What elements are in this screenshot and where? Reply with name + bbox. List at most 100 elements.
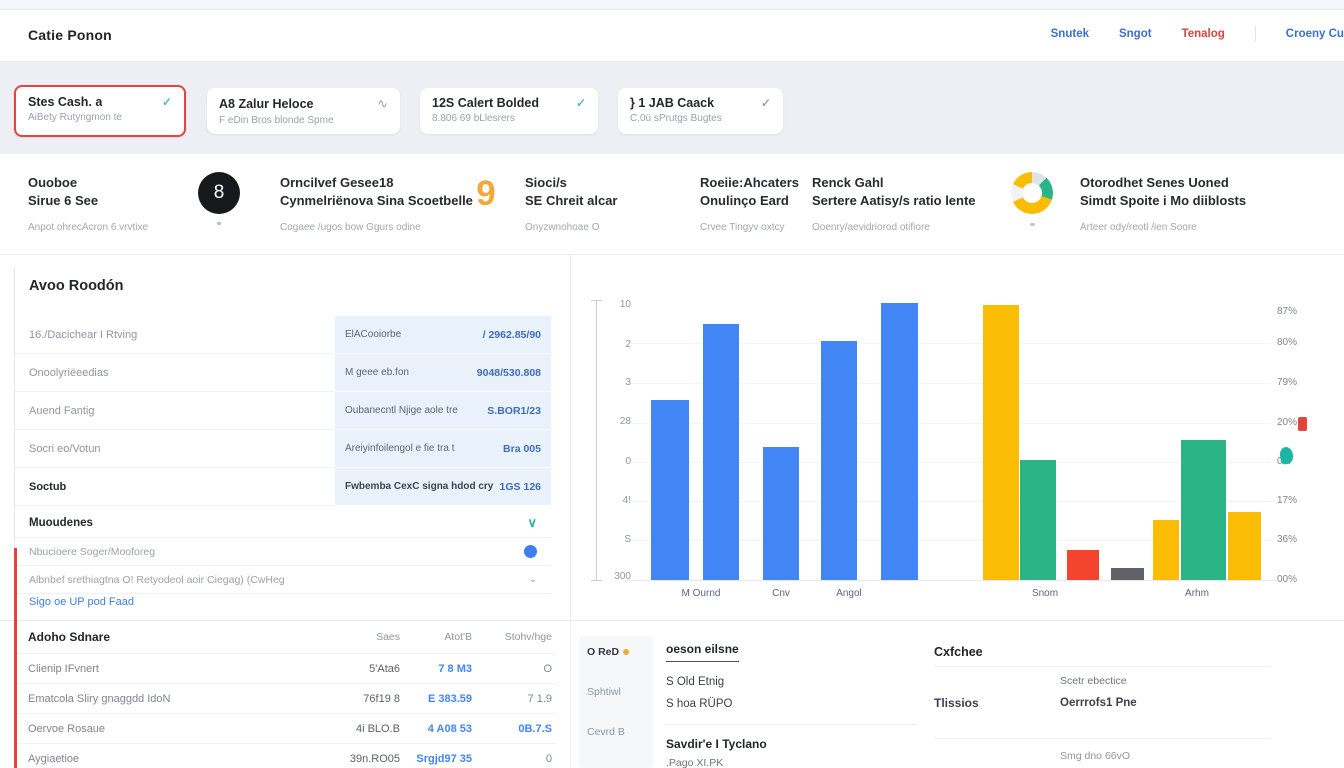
bar[interactable] bbox=[1228, 512, 1261, 580]
detail-panel: O ReD Sphtiwl Cevrd B oeson eilsne S Old… bbox=[570, 620, 930, 768]
feature-title: Simdt Spoite i Mo diiblosts bbox=[1080, 193, 1246, 208]
tab-red[interactable]: O ReD bbox=[587, 646, 645, 658]
y-axis-tick-label: 4! bbox=[597, 495, 631, 506]
bar[interactable] bbox=[763, 447, 799, 580]
nav-link-3[interactable]: Tenalog bbox=[1182, 28, 1225, 40]
stat-card-4[interactable]: } 1 JAB Caack ✓ C.0ü sPrutgs Bugtes bbox=[618, 88, 783, 134]
row-value: 4i BLO.B bbox=[322, 723, 400, 735]
y-axis-tick-label: 10 bbox=[597, 299, 631, 310]
x-axis-tick-label: Snom bbox=[1000, 588, 1090, 599]
bar[interactable] bbox=[983, 305, 1019, 580]
field-name: M geee eb.fon bbox=[345, 367, 409, 378]
y-axis-tick-label-right: 87% bbox=[1277, 306, 1321, 317]
page-title: Catie Ponon bbox=[28, 27, 112, 43]
field-cell[interactable]: Fwbemba CexC signa hdod cry 1GS 126 bbox=[335, 468, 551, 506]
chevron-down-icon[interactable]: ∨ bbox=[527, 515, 537, 531]
y-axis-tick-label-right: 36% bbox=[1277, 534, 1321, 545]
field-name: ElACooiorbe bbox=[345, 329, 401, 340]
bar[interactable] bbox=[1067, 550, 1099, 580]
row-value: 7 8 M3 bbox=[400, 663, 472, 675]
form-row: Socri eo/Votun Areiyinfoilengol e fie tr… bbox=[15, 430, 571, 468]
feature-subtitle: Cogaee /ugos bow Ggurs odine bbox=[280, 222, 480, 233]
dot-icon bbox=[1030, 223, 1035, 226]
tab-label: O ReD bbox=[587, 646, 619, 658]
info-value: Oerrrofs1 Pne bbox=[1060, 697, 1137, 709]
option-row[interactable]: Albnbef srethiagtna O! Retyodeol aoir Ci… bbox=[15, 566, 551, 594]
bar[interactable] bbox=[651, 400, 689, 580]
row-value: 0 bbox=[472, 753, 552, 765]
form-rows: 16./Dacichear I Rtving ElACooiorbe / 296… bbox=[15, 316, 571, 506]
stat-card-1[interactable]: Stes Cash. a ✓ AiBety Rutyngmon te bbox=[14, 85, 186, 137]
info-value: Scetr ebectice bbox=[1060, 675, 1127, 687]
table-header-row: Adoho Sdnare Saes Atot'B Stohv/hge bbox=[14, 620, 556, 654]
feature-item-4: Roeiie:Ahcaters Onulinço Eard Crvee Ting… bbox=[700, 174, 815, 233]
stat-card-title: A8 Zalur Heloce bbox=[219, 97, 313, 111]
divider bbox=[666, 724, 916, 725]
row-value: 39n.RO05 bbox=[322, 753, 400, 765]
feature-item-2: Orncilvef Gesee18 Cynmelriënova Sina Sco… bbox=[280, 174, 480, 233]
stat-card-subtitle: F eDin Bros blonde Spme bbox=[219, 115, 388, 126]
bar[interactable] bbox=[1111, 568, 1144, 580]
flame-icon: 9 bbox=[474, 174, 498, 214]
table-row[interactable]: Clienip IFvnert 5'Ata6 7 8 M3 O bbox=[14, 654, 556, 684]
bar[interactable] bbox=[881, 303, 918, 580]
feature-title: SE Chreit alcar bbox=[525, 193, 618, 208]
x-axis-line bbox=[626, 580, 1276, 581]
field-cell[interactable]: ElACooiorbe / 2962.85/90 bbox=[335, 316, 551, 354]
field-cell[interactable]: Oubanecntl Njige aole tre S.BOR1/23 bbox=[335, 392, 551, 430]
red-rule bbox=[14, 548, 17, 768]
red-marker-icon bbox=[1298, 417, 1307, 431]
row-name: Ematcola Sliry gnaggdd IdoN bbox=[28, 693, 322, 705]
tab-sphtiwl[interactable]: Sphtiwl bbox=[587, 686, 645, 698]
bar[interactable] bbox=[1153, 520, 1179, 580]
stat-cards-row: Stes Cash. a ✓ AiBety Rutyngmon te A8 Za… bbox=[0, 62, 1344, 154]
field-value: 9048/530.808 bbox=[477, 367, 541, 379]
feature-title: Ouoboe bbox=[28, 175, 77, 190]
table-row[interactable]: Aygiaetioe 39n.RO05 Srgjd97 35 0 bbox=[14, 744, 556, 768]
option-row[interactable]: Nbucioere Soger/Mooforeg bbox=[15, 538, 551, 566]
row-value: 0B.7.S bbox=[472, 723, 552, 735]
dot-icon bbox=[217, 222, 221, 225]
check-icon: ✓ bbox=[576, 96, 586, 110]
stat-card-2[interactable]: A8 Zalur Heloce ∿ F eDin Bros blonde Spm… bbox=[207, 88, 400, 134]
stat-card-3[interactable]: 12S Calert Bolded ✓ 8.806 69 bLlesrers bbox=[420, 88, 598, 134]
field-cell[interactable]: M geee eb.fon 9048/530.808 bbox=[335, 354, 551, 392]
content-header: oeson eilsne bbox=[666, 642, 739, 662]
chevron-icon[interactable]: ⌄ bbox=[529, 574, 537, 585]
field-cell[interactable]: Areiyinfoilengol e fie tra t Bra 005 bbox=[335, 430, 551, 468]
features-row: Ouoboe Sirue 6 See Anpot ohrecAcron 6 vr… bbox=[0, 154, 1344, 255]
table-row[interactable]: Oervoe Rosaue 4i BLO.B 4 A08 53 0B.7.S bbox=[14, 714, 556, 744]
form-row: 16./Dacichear I Rtving ElACooiorbe / 296… bbox=[15, 316, 571, 354]
row-name: Oervoe Rosaue bbox=[28, 723, 322, 735]
field-name: Fwbemba CexC signa hdod cry bbox=[345, 481, 493, 492]
donut-chart-icon bbox=[1011, 172, 1053, 214]
bar[interactable] bbox=[821, 341, 857, 580]
tab-cevrd[interactable]: Cevrd B bbox=[587, 726, 645, 738]
info-panel: Cxfchee Scetr ebectice Tlissios Oerrrofs… bbox=[930, 620, 1344, 768]
top-strip bbox=[0, 0, 1344, 10]
orange-dot-icon bbox=[623, 649, 629, 655]
bar[interactable] bbox=[1181, 440, 1226, 580]
row-value: 4 A08 53 bbox=[400, 723, 472, 735]
nav-link-2[interactable]: Sngot bbox=[1119, 28, 1152, 40]
blue-dot-icon[interactable] bbox=[524, 545, 537, 558]
feature-subtitle: Onyzwnohoae O bbox=[525, 222, 695, 233]
form-row: Onoolyriëeedias M geee eb.fon 9048/530.8… bbox=[15, 354, 571, 392]
bar[interactable] bbox=[703, 324, 739, 580]
feature-title: Sioci/s bbox=[525, 175, 567, 190]
nav-link-1[interactable]: Snutek bbox=[1051, 28, 1089, 40]
stat-card-subtitle: 8.806 69 bLlesrers bbox=[432, 113, 586, 124]
y-axis-tick-label-right: 79% bbox=[1277, 377, 1321, 388]
content-line: S hoa RÜPO bbox=[666, 698, 921, 710]
x-axis-tick-label: Arhm bbox=[1152, 588, 1242, 599]
header-bar: Catie Ponon Snutek Sngot Tenalog Croeny … bbox=[0, 10, 1344, 62]
feature-item-5: Renck Gahl Sertere Aatisy/s ratio lente … bbox=[812, 174, 1007, 233]
field-value: 1GS 126 bbox=[500, 481, 541, 493]
table-row[interactable]: Ematcola Sliry gnaggdd IdoN 76f19 8 E 38… bbox=[14, 684, 556, 714]
signup-link[interactable]: Sigo oe UP pod Faad bbox=[29, 596, 134, 608]
bar[interactable] bbox=[1020, 460, 1056, 580]
row-value: O bbox=[472, 663, 552, 675]
section-header[interactable]: Muoudenes ∨ bbox=[15, 508, 551, 538]
feature-title: Sertere Aatisy/s ratio lente bbox=[812, 193, 976, 208]
nav-link-4[interactable]: Croeny Cuon bbox=[1286, 28, 1344, 40]
